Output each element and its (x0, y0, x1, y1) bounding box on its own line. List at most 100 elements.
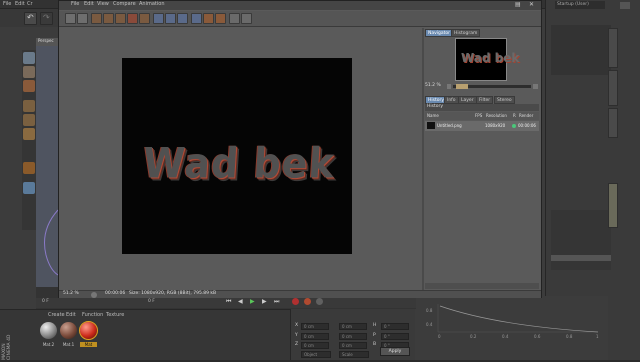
undo-button[interactable]: ↶ (24, 12, 37, 25)
material-ball[interactable] (40, 322, 57, 339)
tab-stereo[interactable]: Stereo (494, 96, 515, 104)
tab-info[interactable]: Info (444, 96, 459, 104)
menu-edit[interactable]: Edit (15, 1, 25, 7)
mat-menu-create[interactable]: Create (48, 312, 65, 318)
layout-dropdown-button[interactable] (620, 2, 630, 9)
tab-layer[interactable]: Layer (458, 96, 477, 104)
zoom-in-button[interactable] (533, 84, 538, 89)
split-icon[interactable] (241, 13, 252, 24)
material-label: Mat (80, 342, 97, 347)
material-label: Mat.1 (62, 342, 75, 347)
autokey-icon[interactable] (304, 298, 311, 305)
save-icon[interactable] (77, 13, 88, 24)
mat-menu-function[interactable]: Function (82, 312, 103, 318)
position-y-field[interactable]: 0 cm (301, 333, 329, 340)
pv-menu-compare[interactable]: Compare (113, 1, 136, 7)
stop-render-icon[interactable] (127, 13, 138, 24)
pv-menu-animation[interactable]: Animation (139, 1, 165, 7)
play-icon[interactable] (91, 292, 97, 298)
redo-icon: ↷ (43, 13, 50, 22)
history-row[interactable]: Untitled.png 1080x920 00:00:06 (425, 121, 539, 131)
step-back-icon[interactable]: ◀ (238, 298, 243, 305)
points-tool[interactable] (23, 100, 35, 112)
layout-selector[interactable]: Startup (User) (555, 1, 605, 9)
history-resolution: 1080x920 (485, 123, 506, 128)
redo-button[interactable]: ↷ (40, 12, 53, 25)
scale-mode-dropdown[interactable]: Scale (339, 351, 369, 358)
ab-a-icon[interactable] (203, 13, 214, 24)
screen-icon[interactable] (153, 13, 164, 24)
goto-start-icon[interactable]: ⏮ (226, 298, 231, 306)
panel-divider[interactable] (422, 28, 424, 290)
menu-file[interactable]: File (3, 1, 11, 7)
magnet-icon[interactable] (23, 162, 35, 174)
rotation-p-field[interactable]: 0 ° (381, 333, 409, 340)
material-manager: Create Edit Function Texture MAXON CINEM… (0, 309, 290, 360)
record-icon[interactable] (292, 298, 299, 305)
open-icon[interactable] (65, 13, 76, 24)
texture-tool[interactable] (23, 80, 35, 92)
vtab-structure[interactable] (608, 108, 618, 138)
position-x-field[interactable]: 0 cm (301, 323, 329, 330)
tab-filter[interactable]: Filter (476, 96, 494, 104)
swap-icon[interactable] (229, 13, 240, 24)
pv-menu-edit[interactable]: Edit (84, 1, 94, 7)
tab-navigator[interactable]: Navigator (425, 29, 454, 37)
screen-icon[interactable] (165, 13, 176, 24)
size-y-field[interactable]: 0 cm (339, 333, 367, 340)
col-render[interactable]: Render (519, 113, 533, 118)
picture-viewer-window: File Edit View Compare Animation ▤ ✕ Wad… (58, 0, 542, 298)
position-z-field[interactable]: 0 cm (301, 342, 329, 349)
edges-tool[interactable] (23, 114, 35, 126)
mat-menu-texture[interactable]: Texture (106, 312, 124, 318)
history-scrollbar[interactable] (425, 283, 539, 289)
render-output-text: Wad bek (141, 138, 337, 188)
vtab-attributes[interactable] (608, 183, 618, 228)
left-tool-palette (22, 50, 36, 230)
render-icon[interactable] (91, 13, 102, 24)
attribute-field[interactable] (551, 255, 611, 261)
step-forward-icon[interactable]: ▶ (262, 298, 267, 305)
vtab-objects[interactable] (608, 28, 618, 68)
ab-compare-icon[interactable] (191, 13, 202, 24)
graph-tick: 0.6 (534, 334, 541, 339)
rotation-h-field[interactable]: 0 ° (381, 323, 409, 330)
fcurve-graph[interactable]: 0 0.2 0.4 0.6 0.8 1 0.8 0.4 (418, 296, 608, 360)
close-icon[interactable]: ✕ (529, 1, 534, 8)
play-icon[interactable]: ▶ (250, 298, 255, 305)
render-view-icon[interactable] (115, 13, 126, 24)
graph-tick: 0 (438, 334, 441, 339)
apply-button[interactable]: Apply (380, 347, 410, 356)
polygons-tool[interactable] (23, 128, 35, 140)
screen-icon[interactable] (177, 13, 188, 24)
make-editable-tool[interactable] (23, 52, 35, 64)
col-r[interactable]: R (513, 113, 516, 118)
material-ball[interactable] (60, 322, 77, 339)
window-menu-icon[interactable]: ▤ (515, 1, 521, 8)
goto-end-icon[interactable]: ⏭ (274, 298, 279, 306)
ab-b-icon[interactable] (215, 13, 226, 24)
pv-menu-file[interactable]: File (71, 1, 79, 7)
pv-menu-view[interactable]: View (97, 1, 109, 7)
render-settings-icon[interactable] (139, 13, 150, 24)
col-resolution[interactable]: Resolution (486, 113, 507, 118)
info-tabs: History Info Layer Filter Stereo (425, 96, 540, 104)
frame-start: 0 F (42, 299, 49, 304)
zoom-out-button[interactable] (447, 84, 451, 89)
material-ball[interactable] (79, 321, 98, 340)
col-fps[interactable]: FPS (475, 113, 482, 118)
workplane-tool[interactable] (23, 182, 35, 194)
coord-mode-dropdown[interactable]: Object (301, 351, 331, 358)
render-region-icon[interactable] (103, 13, 114, 24)
vtab-content-browser[interactable] (608, 70, 618, 106)
graph-tick: 0.2 (470, 334, 477, 339)
checker-tool[interactable] (23, 66, 35, 78)
size-x-field[interactable]: 0 cm (339, 323, 367, 330)
size-z-field[interactable]: 0 cm (339, 342, 367, 349)
menu-create[interactable]: Cr (27, 1, 33, 7)
col-name[interactable]: Name (427, 113, 439, 118)
mat-menu-edit[interactable]: Edit (66, 312, 76, 318)
history-list[interactable] (425, 132, 539, 282)
tab-histogram[interactable]: Histogram (451, 29, 481, 37)
keyframe-icon[interactable] (316, 298, 323, 305)
